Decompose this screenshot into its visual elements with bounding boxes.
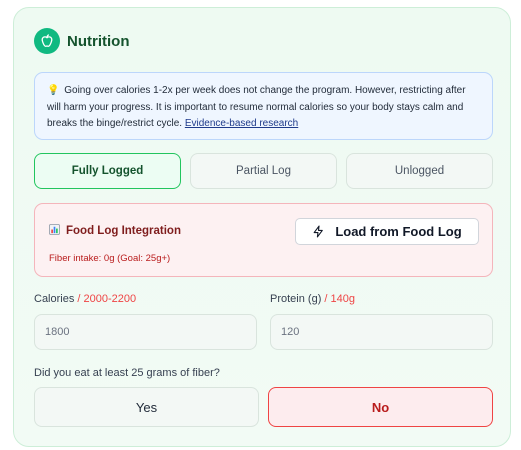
fiber-yes-button[interactable]: Yes	[34, 387, 259, 427]
section-title: Nutrition	[67, 32, 130, 50]
protein-separator: /	[321, 293, 331, 305]
fiber-intake-text: Fiber intake: 0g (Goal: 25g+)	[49, 253, 171, 264]
section-header: Nutrition	[34, 28, 129, 54]
protein-target: 140g	[330, 293, 356, 305]
bar-chart-icon	[49, 224, 60, 238]
calories-separator: /	[74, 293, 84, 305]
fiber-no-button[interactable]: No	[268, 387, 493, 427]
evidence-link[interactable]: Evidence-based research	[185, 118, 298, 129]
food-log-title-row: Food Log Integration	[49, 224, 181, 238]
load-food-log-button[interactable]: Load from Food Log	[295, 218, 479, 245]
calories-label-text: Calories	[34, 293, 75, 305]
calories-target: 2000-2200	[83, 293, 137, 305]
log-option-unlogged[interactable]: Unlogged	[346, 153, 493, 189]
protein-label: Protein (g) / 140g	[270, 293, 355, 305]
lightbulb-icon: 💡	[47, 85, 60, 96]
nutrition-card: Nutrition 💡 Going over calories 1-2x per…	[13, 7, 511, 447]
apple-icon	[34, 28, 60, 54]
protein-label-text: Protein (g)	[270, 293, 322, 305]
calories-label: Calories / 2000-2200	[34, 293, 136, 305]
log-option-partial-log[interactable]: Partial Log	[190, 153, 337, 189]
food-log-title: Food Log Integration	[66, 225, 181, 237]
fiber-question: Did you eat at least 25 grams of fiber?	[34, 367, 220, 379]
lightning-icon	[313, 225, 324, 238]
calories-input[interactable]: 1800	[34, 314, 257, 350]
protein-input[interactable]: 120	[270, 314, 493, 350]
food-log-panel: Food Log Integration Fiber intake: 0g (G…	[34, 203, 493, 277]
calories-placeholder: 1800	[45, 326, 70, 338]
protein-placeholder: 120	[281, 326, 300, 338]
load-food-log-label: Load from Food Log	[335, 224, 462, 239]
info-banner: 💡 Going over calories 1-2x per week does…	[34, 72, 493, 140]
log-option-fully-logged[interactable]: Fully Logged	[34, 153, 181, 189]
